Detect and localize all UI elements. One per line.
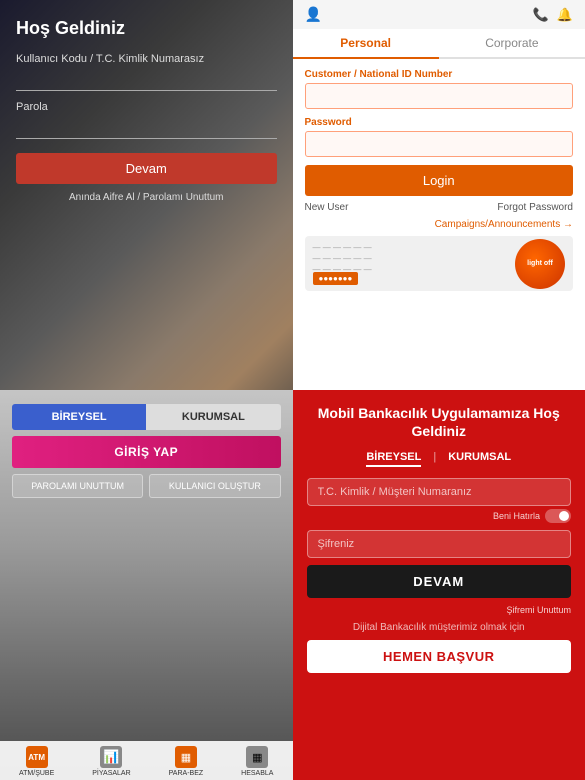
nav-markets[interactable]: 📊 PİYASALAR [92, 746, 130, 777]
q2-body: Customer / National ID Number Password L… [293, 59, 585, 390]
q2-links: New User Forgot Password [305, 202, 574, 213]
quadrant-bottom-right: Mobil Bankacılık Uygulamamıza Hoş Geldin… [293, 390, 585, 780]
nav-hesap[interactable]: ▦ HESABLA [241, 746, 273, 777]
q4-tab-bar: BİREYSEL | KURUMSAL [307, 451, 572, 467]
nav-atm[interactable]: ATM ATM/ŞUBE [19, 746, 54, 777]
tab-kurumsal-q3[interactable]: KURUMSAL [146, 404, 280, 430]
hesap-icon: ▦ [246, 746, 268, 768]
person-icon[interactable]: 👤 [305, 6, 322, 23]
forgot-password-btn-q3[interactable]: PAROLAMI UNUTTUM [12, 474, 143, 498]
password-input-q4[interactable] [307, 530, 572, 558]
quadrant-top-left: Hoş Geldiniz Kullanıcı Kodu / T.C. Kimli… [0, 0, 293, 390]
nav-para-label: PARA-BEZ [169, 770, 204, 777]
tab-divider: | [433, 451, 436, 467]
banner: — — — — — —— — — — — —— — — — — — light … [305, 236, 574, 291]
id-field-label: Customer / National ID Number [305, 69, 574, 80]
devam-button-q1[interactable]: Devam [16, 153, 277, 184]
remember-toggle[interactable] [545, 509, 571, 523]
bell-icon[interactable]: 🔔 [557, 7, 573, 23]
password-input-q1[interactable] [16, 116, 277, 139]
nav-hesap-label: HESABLA [241, 770, 273, 777]
password-label-q1: Parola [16, 101, 277, 113]
remember-label: Beni Hatırla [493, 511, 540, 521]
tab-corporate[interactable]: Corporate [439, 29, 585, 59]
password-field-label: Password [305, 117, 574, 128]
q3-tab-bar: BİREYSEL KURUMSAL [12, 404, 281, 430]
id-input-q4[interactable] [307, 478, 572, 506]
bottom-nav-bar: ATM ATM/ŞUBE 📊 PİYASALAR ▦ PARA-BEZ ▦ HE… [0, 741, 293, 780]
nav-para[interactable]: ▦ PARA-BEZ [169, 746, 204, 777]
forgot-link-q1[interactable]: Anında Aifre Al / Parolamı Unuttum [16, 192, 277, 203]
id-input[interactable] [305, 83, 574, 109]
nav-atm-label: ATM/ŞUBE [19, 770, 54, 777]
apply-button-q4[interactable]: HEMEN BAŞVUR [307, 640, 572, 673]
welcome-title-q4: Mobil Bankacılık Uygulamamıza Hoş Geldin… [307, 404, 572, 440]
tab-kurumsal-q4[interactable]: KURUMSAL [448, 451, 511, 467]
forgot-link-q4[interactable]: Şifremi Unuttum [307, 605, 572, 615]
username-input-q1[interactable] [16, 68, 277, 91]
new-user-link[interactable]: New User [305, 202, 349, 213]
campaigns-link[interactable]: Campaigns/Announcements → [305, 219, 574, 230]
header-icons: 📞 🔔 [533, 7, 573, 23]
para-icon: ▦ [175, 746, 197, 768]
q2-tab-bar: Personal Corporate [293, 29, 585, 59]
remember-me-row: Beni Hatırla [307, 509, 572, 523]
password-input-q2[interactable] [305, 131, 574, 157]
tab-personal[interactable]: Personal [293, 29, 439, 59]
atm-icon: ATM [26, 746, 48, 768]
login-button-q2[interactable]: Login [305, 165, 574, 196]
nav-markets-label: PİYASALAR [92, 770, 130, 777]
forgot-password-link[interactable]: Forgot Password [497, 202, 573, 213]
giris-yap-button[interactable]: GİRİŞ YAP [12, 436, 281, 468]
phone-icon[interactable]: 📞 [533, 7, 549, 23]
welcome-title-q1: Hoş Geldiniz [16, 18, 277, 39]
markets-icon: 📊 [100, 746, 122, 768]
banner-text: — — — — — —— — — — — —— — — — — — [313, 242, 372, 276]
register-text: Dijital Bankacılık müşterimiz olmak için [307, 622, 572, 633]
banner-circle: light off [515, 239, 565, 289]
create-user-btn-q3[interactable]: KULLANICI OLUŞTUR [149, 474, 280, 498]
tab-bireysel-q4[interactable]: BİREYSEL [366, 451, 421, 467]
banner-action-btn[interactable]: ●●●●●●● [313, 272, 359, 285]
quadrant-top-right: 👤 📞 🔔 Personal Corporate Customer / Nati… [293, 0, 585, 390]
devam-button-q4[interactable]: DEVAM [307, 565, 572, 598]
quadrant-bottom-left: BİREYSEL KURUMSAL GİRİŞ YAP PAROLAMI UNU… [0, 390, 293, 780]
username-label-q1: Kullanıcı Kodu / T.C. Kimlik Numarasız [16, 53, 277, 65]
q2-header: 👤 📞 🔔 [293, 0, 585, 29]
tab-bireysel-q3[interactable]: BİREYSEL [12, 404, 146, 430]
